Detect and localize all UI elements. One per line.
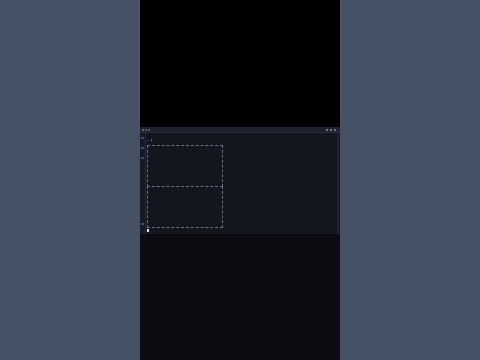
scrollbar[interactable] (337, 133, 339, 234)
close-icon[interactable] (142, 128, 144, 131)
minimize-icon[interactable] (145, 128, 147, 131)
text-cursor (147, 228, 149, 232)
sidebar (140, 133, 146, 234)
prompt-arrow: ❯ (150, 138, 153, 142)
window-titlebar (140, 127, 340, 133)
background-left (0, 0, 140, 360)
settings-icon[interactable] (326, 128, 328, 131)
more-icon[interactable] (334, 128, 336, 131)
prompt-line: ~ ❯ (147, 138, 152, 142)
maximize-icon[interactable] (148, 128, 150, 131)
prompt-path: ~ (147, 138, 149, 142)
input-line[interactable] (147, 228, 149, 232)
video-frame: ~ ❯ (140, 0, 340, 360)
terminal-window: ~ ❯ (140, 127, 340, 234)
search-icon[interactable] (141, 147, 144, 149)
split-icon[interactable] (330, 128, 332, 131)
letterbox-bottom (140, 234, 340, 360)
git-icon[interactable] (141, 157, 144, 159)
selection-region-bottom[interactable] (147, 186, 223, 228)
background-right (340, 0, 480, 360)
files-icon[interactable] (141, 137, 144, 139)
selection-region-top[interactable] (147, 145, 223, 187)
account-icon[interactable] (141, 223, 144, 225)
letterbox-top (140, 0, 340, 127)
